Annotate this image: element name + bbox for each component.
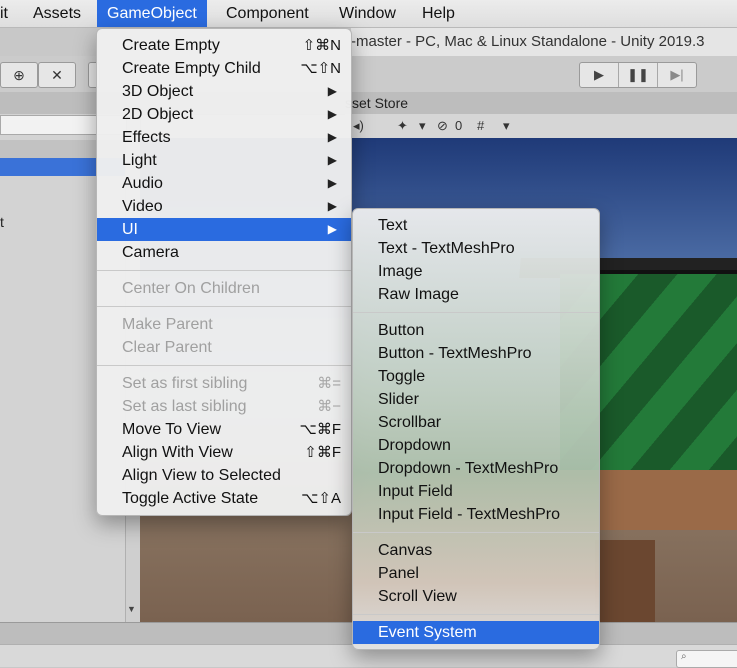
shortcut-label: ⇧⌘N [302, 37, 341, 54]
menu-item-3d-object[interactable]: 3D Object ▶ [97, 80, 351, 103]
menu-item-ui[interactable]: UI ▶ [97, 218, 351, 241]
menu-item-canvas[interactable]: Canvas [353, 539, 599, 562]
play-button[interactable]: ▶ [580, 63, 619, 87]
submenu-arrow-icon: ▶ [327, 199, 337, 213]
shortcut-label: ⌥⇧N [300, 60, 341, 77]
menu-separator [97, 306, 351, 307]
scroll-down-arrow-icon[interactable]: ▼ [127, 604, 136, 614]
menu-item-make-parent: Make Parent [122, 316, 213, 333]
shortcut-label: ⌥⌘F [299, 421, 341, 438]
search-icon: ⌕ [681, 651, 687, 662]
menu-item-create-empty[interactable]: Create Empty ⇧⌘N [97, 34, 351, 57]
menu-item-scrollbar[interactable]: Scrollbar [353, 411, 599, 434]
submenu-arrow-icon: ▶ [327, 222, 337, 236]
menu-assets[interactable]: Assets [23, 0, 91, 27]
menu-item-align-view-to-selected[interactable]: Align View to Selected [97, 464, 351, 487]
menu-separator [353, 312, 599, 313]
step-button[interactable]: ▶| [658, 63, 696, 87]
gameobject-menu: Create Empty ⇧⌘N Create Empty Child ⌥⇧N 3D… [96, 28, 352, 516]
menu-window[interactable]: Window [329, 0, 406, 27]
playback-controls: ▶ ❚❚ ▶| [579, 62, 697, 88]
tab-asset-store[interactable]: sset Store [345, 92, 408, 114]
menu-item-dropdown-textmeshpro[interactable]: Dropdown - TextMeshPro [353, 457, 599, 480]
effects-icon[interactable]: ✦ [397, 114, 408, 138]
submenu-arrow-icon: ▶ [327, 107, 337, 121]
rect-tool-button[interactable]: ⊕ [0, 62, 38, 88]
menu-item-image[interactable]: Image [353, 260, 599, 283]
hidden-objects-icon[interactable]: ⊘ [437, 114, 448, 138]
menu-item-text[interactable]: Text [353, 214, 599, 237]
menu-item-raw-image[interactable]: Raw Image [353, 283, 599, 306]
menu-item-camera[interactable]: Camera [97, 241, 351, 264]
submenu-arrow-icon: ▶ [327, 176, 337, 190]
window-title: -master - PC, Mac & Linux Standalone - U… [351, 28, 737, 57]
menu-item-event-system[interactable]: Event System [353, 621, 599, 644]
menu-separator [353, 532, 599, 533]
menu-item-input-field[interactable]: Input Field [353, 480, 599, 503]
menu-item-effects[interactable]: Effects ▶ [97, 126, 351, 149]
ui-submenu: Text Text - TextMeshPro Image Raw Image … [352, 208, 600, 650]
menu-help[interactable]: Help [412, 0, 465, 27]
menu-item-scroll-view[interactable]: Scroll View [353, 585, 599, 608]
menu-item-light[interactable]: Light ▶ [97, 149, 351, 172]
menu-gameobject[interactable]: GameObject [97, 0, 207, 27]
menu-separator [97, 365, 351, 366]
effects-dropdown-icon[interactable]: ▾ [419, 114, 426, 138]
submenu-arrow-icon: ▶ [327, 153, 337, 167]
menu-item-video[interactable]: Video ▶ [97, 195, 351, 218]
audio-toggle-icon[interactable]: ◂) [353, 114, 364, 138]
submenu-arrow-icon: ▶ [327, 130, 337, 144]
shortcut-label: ⌘= [317, 375, 341, 392]
menu-item-set-first-sibling: Set as first sibling ⌘= [97, 372, 351, 395]
menu-item-button[interactable]: Button [353, 319, 599, 342]
menu-item-clear-parent: Clear Parent [122, 339, 212, 356]
menu-item-button-textmeshpro[interactable]: Button - TextMeshPro [353, 342, 599, 365]
menu-item-text-textmeshpro[interactable]: Text - TextMeshPro [353, 237, 599, 260]
menu-item-set-last-sibling: Set as last sibling ⌘− [97, 395, 351, 418]
menu-item-panel[interactable]: Panel [353, 562, 599, 585]
hidden-count: 0 [455, 118, 463, 133]
menu-item-slider[interactable]: Slider [353, 388, 599, 411]
menu-item-dropdown[interactable]: Dropdown [353, 434, 599, 457]
menu-item-center-on-children: Center On Children [122, 280, 260, 297]
shortcut-label: ⌥⇧A [301, 490, 341, 507]
menu-item-toggle-active-state[interactable]: Toggle Active State ⌥⇧A [97, 487, 351, 510]
menu-separator [97, 270, 351, 271]
rect-tool-icon: ⊕ [13, 67, 25, 83]
menu-item-audio[interactable]: Audio ▶ [97, 172, 351, 195]
grid-dropdown-icon[interactable]: ▾ [503, 114, 510, 138]
menu-item-move-to-view[interactable]: Move To View ⌥⌘F [97, 418, 351, 441]
shortcut-label: ⇧⌘F [304, 444, 341, 461]
menu-item-input-field-textmeshpro[interactable]: Input Field - TextMeshPro [353, 503, 599, 526]
menu-bar: it Assets GameObject Component Window He… [0, 0, 737, 28]
menu-component[interactable]: Component [216, 0, 319, 27]
submenu-arrow-icon: ▶ [327, 84, 337, 98]
grid-icon[interactable]: # [477, 114, 484, 138]
shortcut-label: ⌘− [317, 398, 341, 415]
menu-item-toggle[interactable]: Toggle [353, 365, 599, 388]
menu-item-create-empty-child[interactable]: Create Empty Child ⌥⇧N [97, 57, 351, 80]
tools-icon: ✕ [51, 67, 63, 83]
custom-tool-button[interactable]: ✕ [38, 62, 76, 88]
scene-toolbar: ◂) ✦ ▾ ⊘ 0 # ▾ [345, 114, 737, 139]
console-search-input[interactable]: ⌕ [676, 650, 737, 668]
scene-table-leg [595, 540, 655, 622]
hierarchy-item-label[interactable]: t [0, 214, 4, 230]
menu-item-2d-object[interactable]: 2D Object ▶ [97, 103, 351, 126]
pause-button[interactable]: ❚❚ [619, 63, 658, 87]
menu-item-align-with-view[interactable]: Align With View ⇧⌘F [97, 441, 351, 464]
menu-edit[interactable]: it [0, 0, 18, 27]
menu-separator [353, 614, 599, 615]
